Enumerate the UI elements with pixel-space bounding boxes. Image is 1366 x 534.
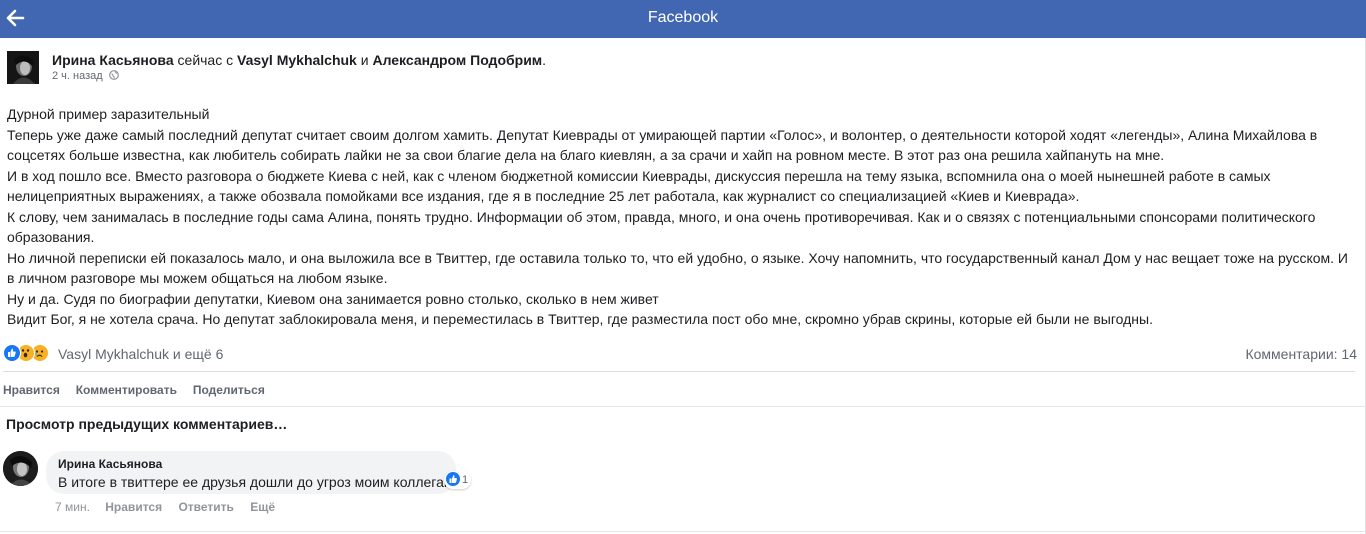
comment-more-button[interactable]: Ещё: [250, 500, 275, 514]
comment-timestamp[interactable]: 7 мин.: [55, 500, 90, 514]
divider: [0, 531, 1366, 532]
end-dot: .: [542, 52, 547, 68]
commenter-avatar[interactable]: [3, 451, 38, 486]
comment-meta: 7 мин. Нравится Ответить Ещё: [55, 500, 288, 514]
comment-like-count[interactable]: 1: [444, 471, 472, 489]
like-reaction-icon: [3, 344, 21, 362]
post-author-line: Ирина Касьянова сейчас с Vasyl Mykhalchu…: [52, 52, 546, 68]
post-paragraph: Но личной переписки ей показалось мало, …: [7, 249, 1348, 287]
post-meta: 2 ч. назад: [52, 70, 119, 82]
app-title: Facebook: [647, 9, 719, 26]
comment-button[interactable]: Комментировать: [76, 383, 177, 397]
post-header: Ирина Касьянова сейчас с Vasyl Mykhalchu…: [7, 50, 1356, 86]
post-paragraph: И в ход пошло все. Вместо разговора о бю…: [7, 167, 1271, 205]
comment-reply-button[interactable]: Ответить: [178, 500, 233, 514]
post-paragraph: Ну и да. Судя по биографии депутатки, Ки…: [7, 290, 659, 307]
tagged-person-1-link[interactable]: Vasyl Mykhalchuk: [237, 52, 357, 68]
reactions-summary[interactable]: Vasyl Mykhalchuk и ещё 6: [58, 346, 223, 362]
top-bar: Facebook: [0, 0, 1366, 38]
comment-text: В итоге в твиттере ее друзья дошли до уг…: [58, 474, 454, 490]
post-paragraph: Дурной пример заразительный: [7, 106, 210, 122]
post-paragraph: Видит Бог, я не хотела срача. Но депутат…: [7, 311, 1153, 327]
globe-icon: [108, 70, 119, 80]
comment-like-number: 1: [462, 474, 469, 486]
post-paragraph: К слову, чем занималась в последние годы…: [7, 208, 1316, 246]
post-author-link[interactable]: Ирина Касьянова: [52, 52, 174, 68]
comment-bubble: Ирина Касьянова В итоге в твиттере ее др…: [46, 451, 456, 494]
tagged-person-2-link[interactable]: Александром Подобрим: [372, 52, 542, 68]
share-button[interactable]: Поделиться: [193, 383, 265, 397]
comment-like-button[interactable]: Нравится: [105, 500, 162, 514]
post-paragraph: Теперь уже даже самый последний депутат …: [7, 126, 1318, 164]
like-reaction-icon: [446, 472, 460, 486]
comment-author-link[interactable]: Ирина Касьянова: [58, 457, 162, 471]
post-text: Дурной пример заразительный Теперь уже д…: [7, 104, 1352, 330]
divider: [0, 406, 1366, 407]
author-avatar[interactable]: [7, 51, 39, 84]
with-text: сейчас с: [177, 52, 234, 68]
post-actions: Нравится Комментировать Поделиться: [3, 381, 277, 399]
divider: [3, 371, 1355, 372]
view-previous-comments-link[interactable]: Просмотр предыдущих комментариев…: [6, 416, 287, 432]
post-timestamp[interactable]: 2 ч. назад: [52, 70, 103, 82]
comments-count[interactable]: Комментарии: 14: [1245, 346, 1357, 362]
and-text: и: [360, 52, 369, 68]
comment-item: Ирина Касьянова В итоге в твиттере ее др…: [3, 450, 503, 520]
like-button[interactable]: Нравится: [3, 383, 60, 397]
reactions-row: Vasyl Mykhalchuk и ещё 6 Комментарии: 14: [3, 343, 1360, 365]
